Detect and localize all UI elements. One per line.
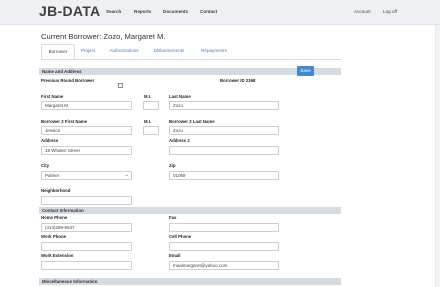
address2-field[interactable] [169, 146, 279, 155]
nav-reports[interactable]: Reports [134, 9, 151, 14]
work-phone-label: Work Phone [41, 234, 66, 239]
home-phone-label: Home Phone [41, 215, 68, 220]
b2-last-label: Borrower 2 Last Name [169, 119, 215, 124]
address2-label: Address 2 [169, 138, 190, 143]
nav-search[interactable]: Search [106, 9, 121, 14]
page-scrollbar[interactable] [435, 25, 440, 287]
top-navbar: JB-DATA Search Reports Documents Contact… [0, 0, 440, 25]
page-title: Current Borrower: Zozo, Margaret M. [41, 32, 166, 41]
first-name-field[interactable]: Margaret M. [41, 101, 132, 110]
tab-disbursements[interactable]: Disbursements [148, 44, 190, 58]
last-name-label: Last Name [169, 94, 191, 99]
cell-phone-label: Cell Phone [169, 234, 192, 239]
first-name-label: First Name [41, 94, 64, 99]
nav-documents[interactable]: Documents [163, 9, 188, 14]
city-value: Palmer [45, 173, 60, 178]
tab-borrower[interactable]: Borrower [41, 44, 75, 60]
section-contact: Contact Information [39, 207, 341, 214]
previous-round-checkbox[interactable] [118, 83, 123, 88]
save-button[interactable]: Save [297, 66, 314, 76]
section-name-address: Name and Address [39, 68, 341, 75]
nav-logoff[interactable]: Log off [383, 9, 397, 14]
city-select[interactable]: Palmer ⌄ [41, 171, 132, 180]
section-misc: Miscellaneous Information [39, 278, 341, 285]
work-phone-field[interactable] [41, 242, 132, 251]
borrower-id-label: Borrower ID 2368 [220, 78, 256, 83]
email-field[interactable]: maalmargaret@yahoo.com [169, 261, 279, 270]
nav-contact[interactable]: Contact [200, 9, 217, 14]
home-phone-field[interactable]: (413)289-9637 [41, 223, 132, 232]
tab-project[interactable]: Project [76, 44, 100, 58]
nav-account[interactable]: Account [354, 9, 371, 14]
b2-first-field[interactable]: Jessica [41, 126, 132, 135]
tab-repayments[interactable]: Repayments [196, 44, 232, 58]
fax-label: Fax [169, 215, 177, 220]
mi-label: M.I. [144, 94, 152, 99]
fax-field[interactable] [169, 223, 279, 232]
cell-phone-field[interactable] [169, 242, 279, 251]
b2-first-label: Borrower 2 First Name [41, 119, 88, 124]
previous-round-label: Previous Round Borrower [41, 78, 95, 83]
b2-last-field[interactable]: Zozo [169, 126, 279, 135]
neighborhood-field[interactable] [41, 196, 132, 205]
chevron-down-icon: ⌄ [124, 172, 129, 178]
email-label: Email [169, 253, 181, 258]
zip-field[interactable]: 01069 [169, 171, 279, 180]
city-label: City [41, 163, 50, 168]
app-logo[interactable]: JB-DATA [39, 3, 100, 19]
neighborhood-label: Neighborhood [41, 188, 71, 193]
work-ext-label: Work Extension [41, 253, 74, 258]
mi2-field[interactable] [143, 126, 159, 135]
mi-field[interactable] [143, 101, 159, 110]
last-name-field[interactable]: Zozo [169, 101, 279, 110]
tab-authorizations[interactable]: Authorizations [104, 44, 144, 58]
work-ext-field[interactable] [41, 261, 132, 270]
mi2-label: M.I. [144, 119, 152, 124]
zip-label: Zip [169, 163, 176, 168]
tab-divider [41, 59, 341, 60]
address-field[interactable]: 18 Whalen Street [41, 146, 132, 155]
address-label: Address [41, 138, 59, 143]
